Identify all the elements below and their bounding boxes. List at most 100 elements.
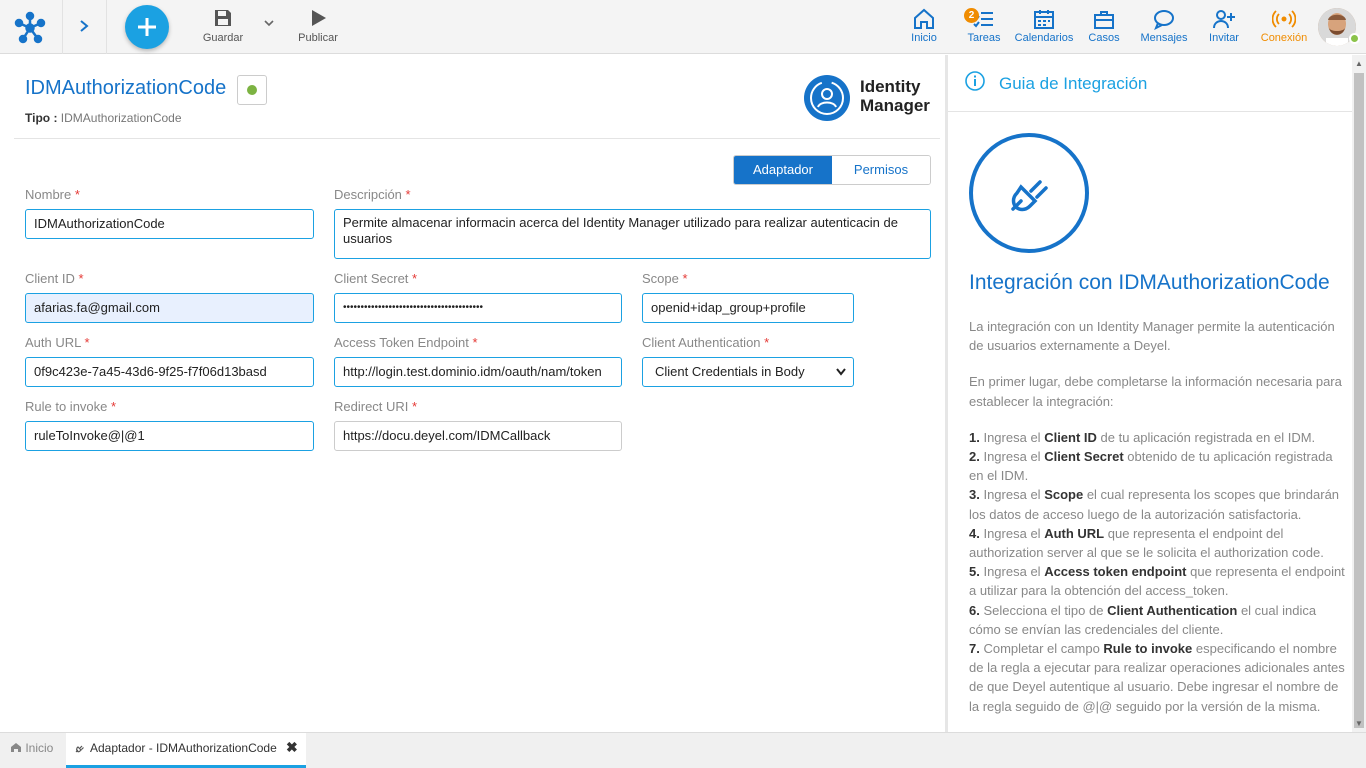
tab-adaptador[interactable]: Adaptador bbox=[734, 156, 832, 184]
online-status-indicator bbox=[1349, 33, 1360, 44]
divider bbox=[106, 0, 107, 54]
client-secret-label: Client Secret * bbox=[334, 271, 418, 286]
panel-body: La integración con un Identity Manager p… bbox=[969, 317, 1349, 716]
step-item: 2. Ingresa el Client Secret obtenido de … bbox=[969, 449, 1333, 484]
step-item: 4. Ingresa el Auth URL que representa el… bbox=[969, 525, 1324, 561]
client-id-label: Client ID * bbox=[25, 271, 84, 286]
scope-label: Scope * bbox=[642, 271, 688, 286]
header-divider bbox=[14, 138, 940, 139]
calendar-icon bbox=[1034, 10, 1054, 29]
save-label: Guardar bbox=[202, 32, 244, 44]
main-form: IDMAuthorizationCode Tipo : IDMAuthoriza… bbox=[0, 55, 946, 732]
nav-casos-label: Casos bbox=[1088, 32, 1120, 44]
auth-url-input[interactable]: 0f9c423e-7a45-43d6-9f25-f7f06d13basd bbox=[25, 357, 314, 387]
info-icon bbox=[964, 70, 986, 95]
identity-manager-icon bbox=[804, 75, 850, 121]
plug-icon bbox=[969, 133, 1089, 253]
tab-group: Adaptador Permisos bbox=[733, 155, 931, 185]
access-token-endpoint-label: Access Token Endpoint * bbox=[334, 335, 478, 350]
nav-tareas-label: Tareas bbox=[967, 32, 1001, 44]
bottom-tab-bar: Inicio Adaptador - IDMAuthorizationCode … bbox=[0, 732, 1366, 768]
step-item: 1. Ingresa el Client ID de tu aplicación… bbox=[969, 429, 1316, 445]
close-tab-icon[interactable]: ✖ bbox=[286, 739, 298, 756]
status-button[interactable] bbox=[237, 75, 267, 105]
nav-inicio[interactable]: Inicio bbox=[904, 8, 944, 44]
step-item: 3. Ingresa el Scope el cual representa l… bbox=[969, 487, 1340, 522]
bottom-tab-adaptador-label: Adaptador - IDMAuthorizationCode bbox=[90, 741, 277, 755]
home-icon bbox=[914, 8, 934, 29]
scroll-up-icon[interactable]: ▲ bbox=[1355, 59, 1363, 68]
step-item: 7. Completar el campo Rule to invoke esp… bbox=[969, 641, 1345, 714]
play-icon bbox=[312, 10, 326, 26]
nav-conexion[interactable]: Conexión bbox=[1258, 8, 1310, 44]
descripcion-textarea[interactable]: Permite almacenar informacin acerca del … bbox=[334, 209, 931, 259]
steps-list: 1. Ingresa el Client ID de tu aplicación… bbox=[969, 428, 1349, 716]
nombre-input[interactable]: IDMAuthorizationCode bbox=[25, 209, 314, 239]
client-authentication-select[interactable]: Client Credentials in Body bbox=[642, 357, 854, 387]
plug-icon bbox=[74, 742, 86, 757]
bottom-tab-home[interactable]: Inicio bbox=[10, 741, 53, 755]
client-authentication-label: Client Authentication * bbox=[642, 335, 770, 350]
type-line: Tipo : IDMAuthorizationCode bbox=[25, 111, 182, 125]
integration-guide-panel: Guia de Integración Integración con IDMA… bbox=[948, 55, 1352, 732]
divider bbox=[62, 0, 63, 54]
scroll-down-icon[interactable]: ▼ bbox=[1355, 719, 1363, 728]
logo-line-1: Identity bbox=[860, 77, 921, 96]
intro-paragraph-2: En primer lugar, debe completarse la inf… bbox=[969, 374, 1342, 409]
step-item: 5. Ingresa el Access token endpoint que … bbox=[969, 564, 1345, 599]
save-icon bbox=[215, 10, 231, 26]
step-item: 6. Selecciona el tipo de Client Authenti… bbox=[969, 602, 1317, 637]
client-secret-input[interactable]: •••••••••••••••••••••••••••••••••••••••• bbox=[334, 293, 622, 323]
nav-mensajes[interactable]: Mensajes bbox=[1138, 8, 1190, 44]
descripcion-label: Descripción * bbox=[334, 187, 411, 202]
nav-mensajes-label: Mensajes bbox=[1140, 32, 1188, 44]
expand-menu-chevron-icon[interactable] bbox=[76, 16, 92, 36]
nav-invitar-label: Invitar bbox=[1209, 32, 1239, 44]
scope-input[interactable]: openid+idap_group+profile bbox=[642, 293, 854, 323]
top-toolbar: Guardar Publicar Inicio Tareas 2 Calenda… bbox=[0, 0, 1366, 54]
panel-header: Guia de Integración bbox=[948, 55, 1352, 112]
auth-url-label: Auth URL * bbox=[25, 335, 90, 350]
panel-title: Guia de Integración bbox=[999, 74, 1148, 93]
bottom-tab-adaptador[interactable]: Adaptador - IDMAuthorizationCode ✖ bbox=[66, 733, 306, 768]
add-user-icon bbox=[1213, 10, 1235, 29]
connection-icon bbox=[1272, 10, 1296, 28]
briefcase-icon bbox=[1094, 11, 1114, 29]
rule-to-invoke-input[interactable]: ruleToInvoke@|@1 bbox=[25, 421, 314, 451]
bottom-tab-home-label: Inicio bbox=[25, 741, 54, 755]
chevron-down-icon bbox=[835, 358, 847, 396]
chat-icon bbox=[1154, 10, 1174, 30]
nav-calendarios[interactable]: Calendarios bbox=[1014, 8, 1074, 44]
nav-inicio-label: Inicio bbox=[911, 32, 937, 44]
deyel-logo-icon[interactable] bbox=[12, 10, 48, 44]
access-token-endpoint-input[interactable]: http://login.test.dominio.idm/oauth/nam/… bbox=[334, 357, 622, 387]
save-dropdown-chevron-down-icon[interactable] bbox=[263, 17, 275, 32]
type-label: Tipo : bbox=[25, 111, 58, 125]
panel-heading: Integración con IDMAuthorizationCode bbox=[969, 271, 1330, 294]
home-icon bbox=[11, 743, 21, 752]
tasks-count-badge: 2 bbox=[964, 8, 979, 23]
status-dot-icon bbox=[247, 85, 257, 95]
nav-casos[interactable]: Casos bbox=[1084, 8, 1124, 44]
identity-manager-logo: Identity Manager bbox=[804, 73, 934, 123]
rule-to-invoke-label: Rule to invoke * bbox=[25, 399, 117, 414]
redirect-uri-label: Redirect URI * bbox=[334, 399, 418, 414]
save-button[interactable]: Guardar bbox=[199, 8, 247, 44]
tab-permisos[interactable]: Permisos bbox=[832, 156, 930, 184]
intro-paragraph-1: La integración con un Identity Manager p… bbox=[969, 319, 1335, 354]
logo-line-2: Manager bbox=[860, 96, 930, 115]
panel-scrollbar[interactable]: ▲ ▼ bbox=[1352, 55, 1366, 732]
page-title: IDMAuthorizationCode bbox=[25, 77, 227, 99]
nav-invitar[interactable]: Invitar bbox=[1204, 8, 1244, 44]
scrollbar-thumb[interactable] bbox=[1354, 73, 1364, 728]
client-authentication-value: Client Credentials in Body bbox=[655, 364, 805, 379]
publish-label: Publicar bbox=[298, 32, 338, 44]
identity-manager-wordmark: Identity Manager bbox=[860, 77, 930, 115]
add-button[interactable] bbox=[125, 5, 169, 49]
nav-conexion-label: Conexión bbox=[1260, 32, 1308, 44]
nombre-label: Nombre * bbox=[25, 187, 80, 202]
type-value: IDMAuthorizationCode bbox=[60, 111, 182, 125]
publish-button[interactable]: Publicar bbox=[294, 8, 342, 44]
redirect-uri-input[interactable]: https://docu.deyel.com/IDMCallback bbox=[334, 421, 622, 451]
client-id-input[interactable]: afarias.fa@gmail.com bbox=[25, 293, 314, 323]
